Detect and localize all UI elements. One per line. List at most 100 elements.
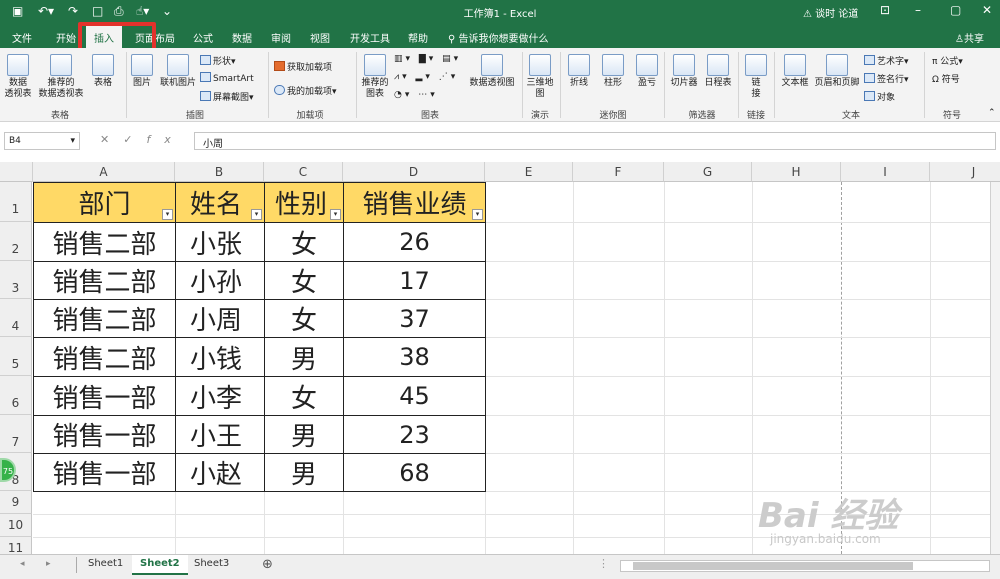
- column-header[interactable]: D: [343, 162, 485, 182]
- column-chart-button[interactable]: ▥▾ ▇▾ ▤▾: [394, 54, 461, 64]
- slicer-button[interactable]: 切片器: [668, 54, 700, 89]
- sales-cell[interactable]: 37: [343, 299, 486, 338]
- restore-ribbon-icon[interactable]: ⊡: [880, 3, 890, 17]
- tab-review[interactable]: 审阅: [271, 30, 291, 45]
- sheet-tab-sheet1[interactable]: Sheet1: [80, 555, 131, 575]
- header-cell[interactable]: 销售业绩 ▾: [343, 182, 486, 223]
- add-sheet-icon[interactable]: ⊕: [262, 557, 273, 572]
- collapse-ribbon-icon[interactable]: ⌃: [988, 108, 996, 118]
- filter-dropdown-icon[interactable]: ▾: [330, 209, 341, 220]
- line-chart-button[interactable]: ⩘▾ ▂▾ ⋰▾: [394, 72, 458, 82]
- sales-cell[interactable]: 38: [343, 337, 486, 377]
- smartart-button[interactable]: SmartArt: [200, 72, 254, 84]
- timeline-button[interactable]: 日程表: [702, 54, 734, 89]
- tab-file[interactable]: 文件: [12, 30, 32, 45]
- column-header[interactable]: H: [752, 162, 841, 182]
- row-header[interactable]: 9: [0, 491, 32, 514]
- dept-cell[interactable]: 销售二部: [33, 222, 176, 262]
- filter-dropdown-icon[interactable]: ▾: [251, 209, 262, 220]
- column-header[interactable]: C: [264, 162, 343, 182]
- tab-formulas[interactable]: 公式: [193, 30, 213, 45]
- sheet-tab-sheet2[interactable]: Sheet2: [132, 555, 188, 575]
- filter-dropdown-icon[interactable]: ▾: [472, 209, 483, 220]
- row-header[interactable]: 4: [0, 299, 32, 337]
- pie-chart-button[interactable]: ◔▾ ⋯▾: [394, 90, 438, 100]
- tab-developer[interactable]: 开发工具: [350, 30, 390, 45]
- get-addins-button[interactable]: 获取加载项: [274, 60, 332, 73]
- share-button[interactable]: ♙共享: [955, 30, 984, 45]
- wordart-button[interactable]: 艺术字▾: [864, 54, 909, 67]
- dept-cell[interactable]: 销售二部: [33, 261, 176, 300]
- row-header[interactable]: 10: [0, 514, 32, 537]
- pivotchart-button[interactable]: 数据透视图: [466, 54, 518, 89]
- split-handle-icon[interactable]: ⋮: [598, 557, 609, 570]
- tab-home[interactable]: 开始: [56, 30, 76, 45]
- dept-cell[interactable]: 销售一部: [33, 376, 176, 416]
- fx-icon[interactable]: fx: [146, 133, 184, 146]
- scrollbar-thumb[interactable]: [633, 562, 913, 570]
- column-header[interactable]: G: [664, 162, 752, 182]
- dept-cell[interactable]: 销售一部: [33, 453, 176, 492]
- column-header[interactable]: I: [841, 162, 930, 182]
- row-header[interactable]: 3: [0, 261, 32, 299]
- horizontal-scrollbar[interactable]: [620, 560, 990, 572]
- scroll-right-icon[interactable]: ▸: [46, 559, 51, 569]
- pictures-button[interactable]: 图片: [128, 54, 156, 89]
- pivottable-button[interactable]: 数据 透视表: [3, 54, 33, 100]
- header-cell[interactable]: 姓名 ▾: [175, 182, 265, 223]
- sheet-tab-sheet3[interactable]: Sheet3: [186, 555, 237, 575]
- dept-cell[interactable]: 销售二部: [33, 337, 176, 377]
- column-header[interactable]: B: [175, 162, 264, 182]
- row-header[interactable]: 5: [0, 337, 32, 376]
- sparkline-winloss-button[interactable]: 盈亏: [632, 54, 662, 89]
- header-cell[interactable]: 部门 ▾: [33, 182, 176, 223]
- sales-cell[interactable]: 68: [343, 453, 486, 492]
- column-header[interactable]: F: [573, 162, 664, 182]
- tab-data[interactable]: 数据: [232, 30, 252, 45]
- name-cell[interactable]: 小赵: [175, 453, 265, 492]
- formula-input[interactable]: 小周: [194, 132, 996, 150]
- enter-icon[interactable]: ✓: [123, 133, 146, 146]
- header-cell[interactable]: 性别 ▾: [264, 182, 344, 223]
- name-cell[interactable]: 小李: [175, 376, 265, 416]
- sales-cell[interactable]: 26: [343, 222, 486, 262]
- screenshot-button[interactable]: 屏幕截图▾: [200, 90, 254, 103]
- close-icon[interactable]: ✕: [982, 3, 992, 17]
- row-header[interactable]: 1: [0, 182, 32, 222]
- online-pictures-button[interactable]: 联机图片: [158, 54, 198, 89]
- recommended-pivottable-button[interactable]: 推荐的 数据透视表: [36, 54, 86, 100]
- textbox-button[interactable]: 文本框: [778, 54, 812, 89]
- 3d-map-button[interactable]: 三维地 图: [524, 54, 556, 100]
- name-cell[interactable]: 小孙: [175, 261, 265, 300]
- gender-cell[interactable]: 女: [264, 376, 344, 416]
- name-box[interactable]: B4 ▾: [4, 132, 80, 150]
- column-header[interactable]: J: [930, 162, 1000, 182]
- equation-button[interactable]: π 公式▾: [932, 54, 963, 67]
- gender-cell[interactable]: 女: [264, 299, 344, 338]
- tell-me-search[interactable]: ⚲ 告诉我你想要做什么: [448, 30, 549, 45]
- dept-cell[interactable]: 销售二部: [33, 299, 176, 338]
- tab-help[interactable]: 帮助: [408, 30, 428, 45]
- gender-cell[interactable]: 男: [264, 337, 344, 377]
- sparkline-line-button[interactable]: 折线: [564, 54, 594, 89]
- gender-cell[interactable]: 男: [264, 415, 344, 454]
- filter-dropdown-icon[interactable]: ▾: [162, 209, 173, 220]
- table-button[interactable]: 表格: [88, 54, 118, 89]
- sales-cell[interactable]: 45: [343, 376, 486, 416]
- sales-cell[interactable]: 23: [343, 415, 486, 454]
- recommended-charts-button[interactable]: 推荐的 图表: [358, 54, 392, 100]
- sparkline-column-button[interactable]: 柱形: [598, 54, 628, 89]
- scroll-left-icon[interactable]: ◂: [20, 559, 25, 569]
- row-header[interactable]: 11: [0, 537, 32, 554]
- row-header[interactable]: 7: [0, 415, 32, 453]
- sales-cell[interactable]: 17: [343, 261, 486, 300]
- name-cell[interactable]: 小张: [175, 222, 265, 262]
- link-button[interactable]: 链 接: [742, 54, 770, 100]
- cancel-icon[interactable]: ✕: [100, 133, 123, 146]
- maximize-icon[interactable]: ▢: [950, 3, 961, 17]
- gender-cell[interactable]: 女: [264, 222, 344, 262]
- my-addins-button[interactable]: 我的加载项▾: [274, 84, 337, 97]
- name-cell[interactable]: 小周: [175, 299, 265, 338]
- column-header[interactable]: A: [33, 162, 175, 182]
- select-all-corner[interactable]: [0, 162, 33, 182]
